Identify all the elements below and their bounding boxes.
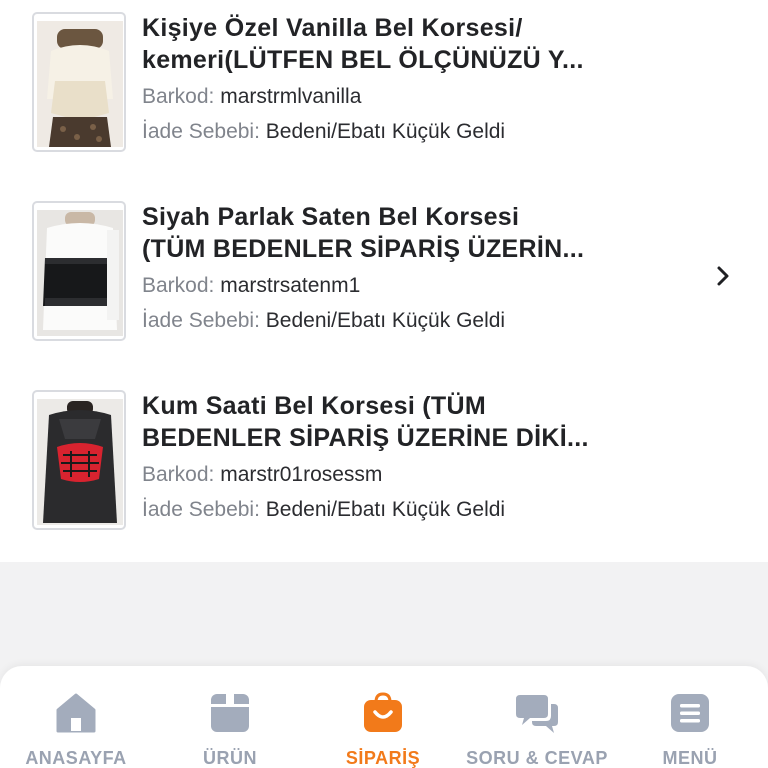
tab-menu[interactable]: MENÜ <box>615 666 765 768</box>
product-title-line2: (TÜM BEDENLER SİPARİŞ ÜZERİN... <box>142 235 585 263</box>
product-thumbnail <box>32 201 126 341</box>
barcode-label: Barkod: <box>142 85 215 108</box>
list-item[interactable]: Kişiye Özel Vanilla Bel Korsesi/ kemeri(… <box>32 12 732 162</box>
return-reason-label: İade Sebebi: <box>142 120 260 143</box>
return-reason-row: İade Sebebi: Bedeni/Ebatı Küçük Geldi <box>142 497 505 523</box>
barcode-value: marstrmlvanilla <box>220 85 362 108</box>
chat-bubbles-icon <box>516 695 558 733</box>
tab-label: ANASAYFA <box>25 748 127 768</box>
barcode-value: marstr01rosessm <box>220 463 383 486</box>
tab-siparis[interactable]: SİPARİŞ <box>308 666 458 768</box>
product-title-line1: Siyah Parlak Saten Bel Korsesi <box>142 203 520 231</box>
product-title-line2: kemeri(LÜTFEN BEL ÖLÇÜNÜZÜ Y... <box>142 46 584 74</box>
product-title-line1: Kum Saati Bel Korsesi (TÜM <box>142 392 486 420</box>
return-reason-value: Bedeni/Ebatı Küçük Geldi <box>265 120 506 143</box>
menu-icon <box>671 694 709 732</box>
return-detail-screen: Kişiye Özel Vanilla Bel Korsesi/ kemeri(… <box>0 0 768 768</box>
product-title[interactable]: Siyah Parlak Saten Bel Korsesi (TÜM BEDE… <box>142 201 622 265</box>
tab-soru-cevap[interactable]: SORU & CEVAP <box>462 666 612 768</box>
shopping-bag-icon <box>364 692 402 732</box>
barcode-label: Barkod: <box>142 274 215 297</box>
box-icon <box>211 694 249 732</box>
return-reason-value: Bedeni/Ebatı Küçük Geldi <box>265 498 506 521</box>
barcode-row: Barkod: marstrsatenm1 <box>142 273 360 299</box>
return-reason-row: İade Sebebi: Bedeni/Ebatı Küçük Geldi <box>142 308 505 334</box>
product-title[interactable]: Kişiye Özel Vanilla Bel Korsesi/ kemeri(… <box>142 12 622 76</box>
product-title-line1: Kişiye Özel Vanilla Bel Korsesi/ <box>142 14 523 42</box>
tab-label: SORU & CEVAP <box>466 748 608 768</box>
returned-items-list[interactable]: Kişiye Özel Vanilla Bel Korsesi/ kemeri(… <box>0 0 768 562</box>
tab-urun[interactable]: ÜRÜN <box>155 666 305 768</box>
list-item[interactable]: Siyah Parlak Saten Bel Korsesi (TÜM BEDE… <box>32 201 732 351</box>
product-thumbnail <box>32 390 126 530</box>
tab-label: ÜRÜN <box>203 748 257 768</box>
return-reason-value: Bedeni/Ebatı Küçük Geldi <box>265 309 506 332</box>
return-reason-row: İade Sebebi: Bedeni/Ebatı Küçük Geldi <box>142 119 505 145</box>
tab-label: MENÜ <box>662 748 718 768</box>
list-item[interactable]: Kum Saati Bel Korsesi (TÜM BEDENLER SİPA… <box>32 390 732 540</box>
tab-anasayfa[interactable]: ANASAYFA <box>1 666 151 768</box>
tab-label: SİPARİŞ <box>345 748 421 768</box>
chevron-right-icon[interactable] <box>712 265 734 287</box>
barcode-value: marstrsatenm1 <box>220 274 361 297</box>
return-reason-label: İade Sebebi: <box>142 498 260 521</box>
return-reason-label: İade Sebebi: <box>142 309 260 332</box>
product-title-line2: BEDENLER SİPARİŞ ÜZERİNE DİKİ... <box>142 424 589 452</box>
barcode-label: Barkod: <box>142 463 215 486</box>
barcode-row: Barkod: marstrmlvanilla <box>142 84 361 110</box>
product-thumbnail <box>32 12 126 152</box>
product-title[interactable]: Kum Saati Bel Korsesi (TÜM BEDENLER SİPA… <box>142 390 622 454</box>
barcode-row: Barkod: marstr01rosessm <box>142 462 382 488</box>
bottom-tab-bar: ANASAYFA ÜRÜN SİPARİŞ SORU & CEVAP MENÜ <box>0 666 768 768</box>
home-icon <box>56 693 96 733</box>
